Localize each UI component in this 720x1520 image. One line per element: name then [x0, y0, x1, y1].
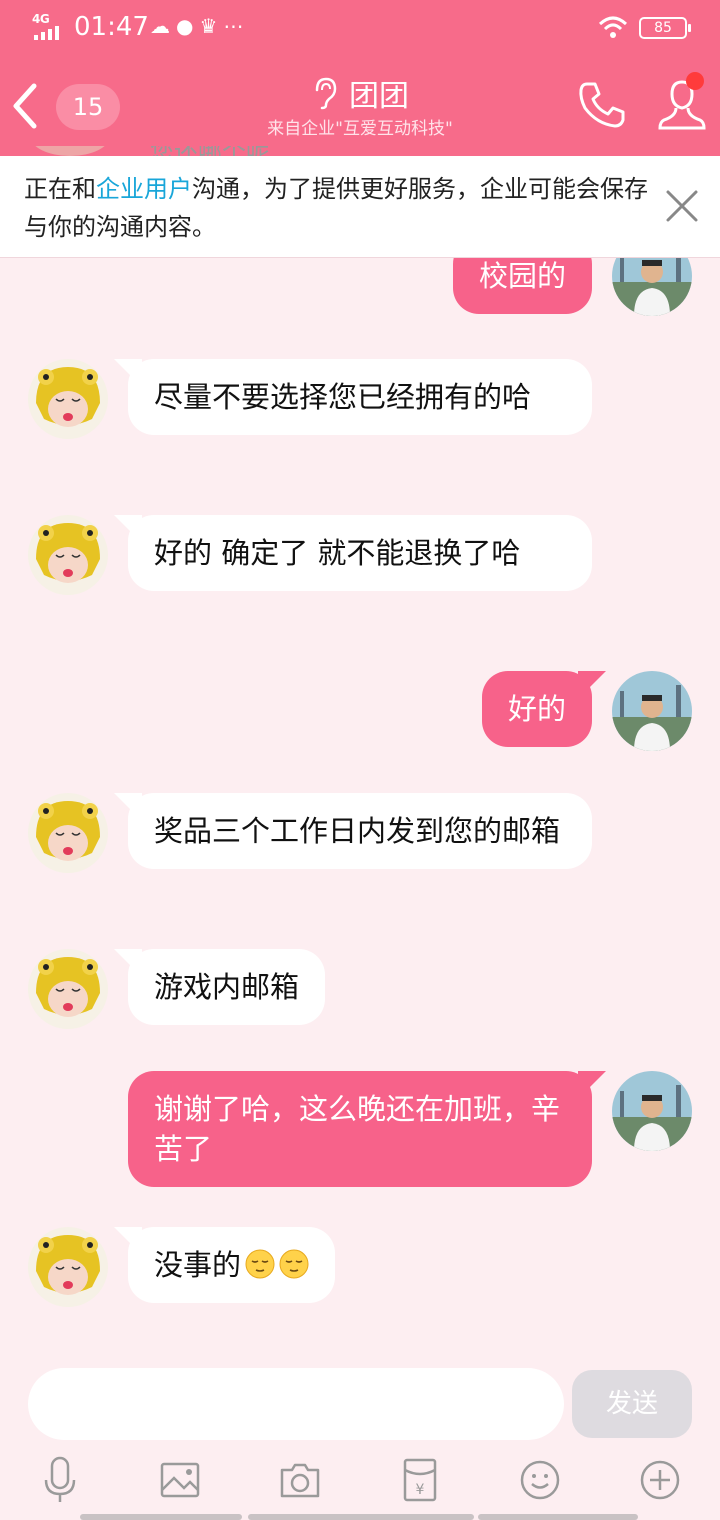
wifi-icon — [598, 16, 628, 38]
contact-avatar[interactable] — [28, 793, 108, 873]
contact-avatar[interactable] — [28, 359, 108, 439]
signal-icon — [34, 26, 64, 40]
message-bubble-incoming[interactable]: 奖品三个工作日内发到您的邮箱 — [114, 793, 592, 869]
message-list[interactable]: 校园的 尽量不要选择您已经拥有的哈 好的 确定了 就不能退换了哈 好的 奖品三个… — [0, 258, 720, 1350]
message-bubble-incoming[interactable]: 游戏内邮箱 — [113, 949, 326, 1025]
enterprise-user-link[interactable]: 企业用户 — [96, 175, 192, 203]
unread-count-badge[interactable]: 15 — [56, 84, 120, 130]
contact-avatar[interactable] — [28, 515, 108, 595]
message-bubble-incoming[interactable]: 好的 确定了 就不能退换了哈 — [114, 515, 592, 591]
battery-indicator: 85 — [639, 17, 691, 39]
close-icon[interactable] — [664, 188, 700, 224]
message-bubble-outgoing[interactable]: 谢谢了哈，这么晚还在加班，辛苦了 — [128, 1071, 606, 1187]
message-text: 没事的 — [154, 1248, 242, 1282]
contact-avatar[interactable] — [28, 1227, 108, 1307]
svg-text:¥: ¥ — [416, 1482, 425, 1498]
message-bubble-incoming[interactable]: 没事的 — [113, 1227, 336, 1303]
gesture-bar — [248, 1514, 474, 1520]
composer: 发送 ¥ — [0, 1350, 720, 1520]
red-packet-icon[interactable]: ¥ — [398, 1456, 442, 1504]
chat-header: 15 团团 来自企业"互爱互动科技" — [0, 56, 720, 156]
notice-text: 正在和企业用户沟通，为了提供更好服务，企业可能会保存与你的沟通内容。 — [24, 175, 648, 241]
plus-icon[interactable] — [638, 1456, 682, 1504]
send-button[interactable]: 发送 — [572, 1370, 692, 1438]
relieved-face-icon — [245, 1249, 275, 1279]
gesture-bar — [478, 1514, 638, 1520]
microphone-icon[interactable] — [38, 1456, 82, 1504]
notification-dot — [686, 72, 704, 90]
phone-call-icon[interactable] — [575, 78, 629, 132]
relieved-face-icon — [279, 1249, 309, 1279]
chat-title: 团团 — [349, 79, 409, 114]
status-bar: 4G 01:47 ☁●♛⋯ 85 — [0, 0, 720, 56]
emoji-icon[interactable] — [518, 1456, 562, 1504]
back-arrow-icon[interactable] — [10, 82, 40, 130]
chat-subtitle: 来自企业"互爱互动科技" — [267, 119, 453, 139]
image-icon[interactable] — [158, 1456, 202, 1504]
gesture-bar — [80, 1514, 242, 1520]
message-bubble-outgoing[interactable]: 校园的 — [452, 258, 607, 314]
ear-icon — [315, 77, 337, 110]
message-bubble-outgoing[interactable]: 好的 — [481, 671, 607, 747]
message-input[interactable] — [28, 1368, 564, 1440]
enterprise-notice: 正在和企业用户沟通，为了提供更好服务，企业可能会保存与你的沟通内容。 — [0, 156, 720, 258]
camera-icon[interactable] — [278, 1456, 322, 1504]
my-avatar[interactable] — [612, 1071, 692, 1151]
message-bubble-incoming[interactable]: 尽量不要选择您已经拥有的哈 — [114, 359, 592, 435]
my-avatar[interactable] — [612, 258, 692, 316]
my-avatar[interactable] — [612, 671, 692, 751]
notification-icons: ☁●♛⋯ — [150, 14, 250, 38]
contact-avatar[interactable] — [28, 949, 108, 1029]
chat-title-area[interactable]: 团团 来自企业"互爱互动科技" — [180, 76, 540, 141]
network-type: 4G — [32, 12, 50, 26]
clock: 01:47 — [74, 12, 149, 42]
